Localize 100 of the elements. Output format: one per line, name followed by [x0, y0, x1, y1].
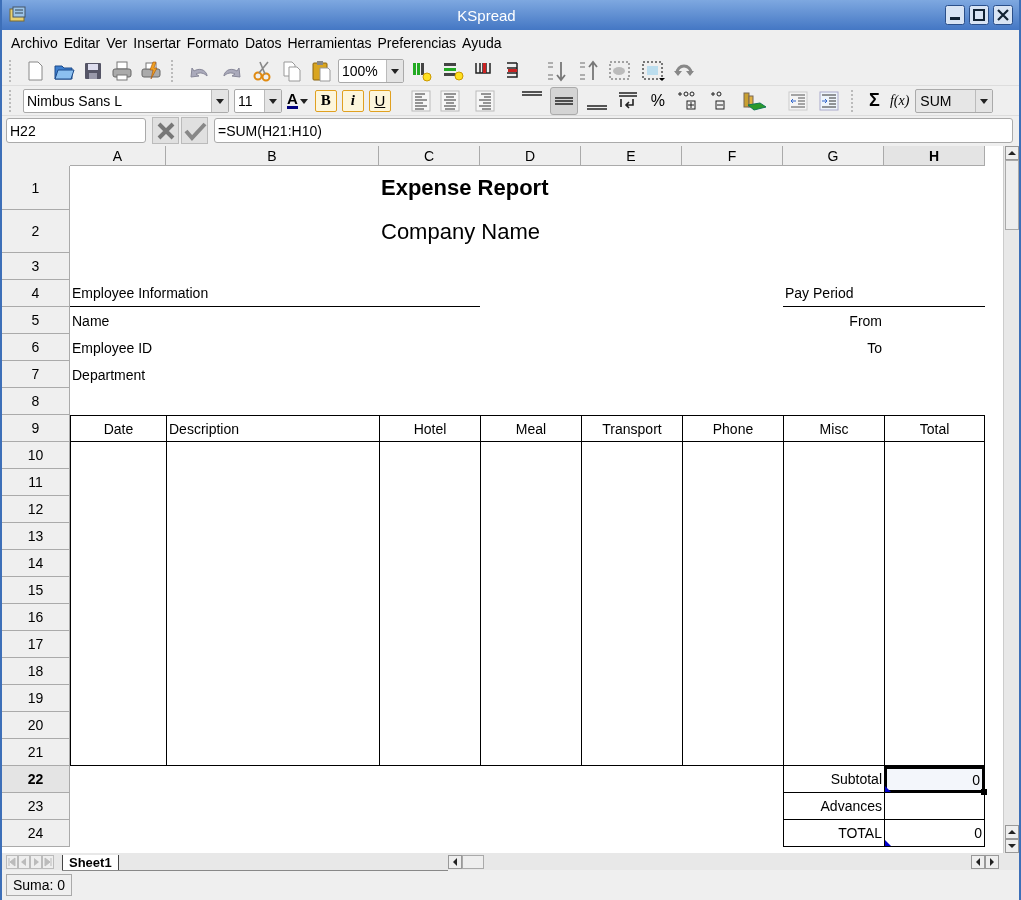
menu-item[interactable]: Archivo [8, 35, 61, 51]
menu-item[interactable]: Preferencias [374, 35, 460, 51]
table-cell[interactable]: Description [166, 415, 379, 442]
sheet-tab[interactable]: Sheet1 [62, 854, 119, 870]
column-header[interactable]: E [581, 146, 682, 166]
table-cell[interactable] [682, 739, 783, 766]
last-sheet-icon[interactable] [42, 854, 54, 869]
horizontal-scrollbar[interactable] [448, 853, 999, 870]
row-header[interactable]: 8 [2, 388, 70, 415]
column-header[interactable]: B [166, 146, 379, 166]
table-cell[interactable] [884, 604, 985, 631]
fill-handle[interactable] [981, 789, 987, 795]
formula-field[interactable]: =SUM(H21:H10) [214, 118, 1013, 143]
row-header[interactable]: 7 [2, 361, 70, 388]
table-cell[interactable]: Date [70, 415, 166, 442]
column-header[interactable]: D [480, 146, 581, 166]
row-header[interactable]: 4 [2, 280, 70, 307]
column-header[interactable]: H [884, 146, 985, 166]
row-header[interactable]: 23 [2, 793, 70, 820]
close-icon[interactable] [993, 5, 1013, 25]
sum-button[interactable]: Σ [865, 89, 884, 112]
row-header[interactable]: 18 [2, 658, 70, 685]
table-cell[interactable]: Employee ID [70, 334, 783, 361]
table-cell[interactable] [884, 469, 985, 496]
first-sheet-icon[interactable] [6, 854, 18, 869]
menu-item[interactable]: Herramientas [284, 35, 375, 51]
table-cell[interactable]: To [783, 334, 884, 361]
column-header[interactable]: G [783, 146, 884, 166]
table-cell[interactable]: Misc [783, 415, 884, 442]
cell-name-field[interactable]: H22 [6, 118, 146, 143]
row-header[interactable]: 1 [2, 166, 70, 210]
table-cell[interactable] [884, 685, 985, 712]
table-cell[interactable]: From [783, 307, 884, 334]
font-combo[interactable]: Nimbus Sans L [23, 88, 229, 113]
row-header[interactable]: 16 [2, 604, 70, 631]
row-header[interactable]: 24 [2, 820, 70, 847]
table-cell[interactable] [379, 739, 480, 766]
underline-button[interactable]: U [368, 89, 391, 112]
table-cell[interactable]: Pay Period [783, 280, 985, 307]
print-icon[interactable] [110, 58, 134, 83]
align-left-icon[interactable] [408, 88, 433, 113]
font-size-combo[interactable]: 11 [234, 88, 282, 113]
table-cell[interactable] [884, 712, 985, 739]
table-cell[interactable]: Meal [480, 415, 581, 442]
scroll-left-icon[interactable] [971, 854, 985, 869]
table-cell[interactable]: 0 [884, 820, 985, 847]
row-header[interactable]: 12 [2, 496, 70, 523]
row-header[interactable]: 9 [2, 415, 70, 442]
scroll-up-icon[interactable] [1005, 146, 1019, 160]
table-cell[interactable]: Advances [783, 793, 884, 820]
table-cell[interactable] [884, 793, 985, 820]
help-area-icon[interactable] [639, 58, 667, 83]
table-cell[interactable]: Hotel [379, 415, 480, 442]
percent-button[interactable]: % [646, 89, 670, 112]
table-cell[interactable]: Phone [682, 415, 783, 442]
table-cell[interactable] [783, 739, 884, 766]
italic-button[interactable]: i [341, 89, 364, 112]
font-color-button[interactable]: A [287, 89, 310, 112]
row-header[interactable]: 5 [2, 307, 70, 334]
copy-icon[interactable] [280, 58, 304, 83]
menu-item[interactable]: Ver [103, 35, 131, 51]
selected-cell[interactable]: 0 [884, 766, 985, 793]
scroll-left-icon[interactable] [448, 854, 462, 869]
column-header[interactable]: A [70, 146, 166, 166]
row-header[interactable]: 14 [2, 550, 70, 577]
column-header[interactable]: F [682, 146, 783, 166]
scroll-up-icon[interactable] [1005, 825, 1019, 839]
table-cell[interactable] [166, 739, 379, 766]
scrollbar-thumb[interactable] [1005, 160, 1019, 230]
vertical-scrollbar[interactable] [1003, 146, 1019, 853]
scroll-right-icon[interactable] [985, 854, 999, 869]
table-cell[interactable]: Expense Report [379, 166, 985, 210]
row-header[interactable]: 6 [2, 334, 70, 361]
row-header[interactable]: 10 [2, 442, 70, 469]
column-header[interactable]: C [379, 146, 480, 166]
row-header[interactable]: 11 [2, 469, 70, 496]
table-cell[interactable] [884, 523, 985, 550]
zoom-combo[interactable]: 100% [338, 58, 404, 83]
maximize-icon[interactable] [969, 5, 989, 25]
table-cell[interactable] [581, 739, 682, 766]
scroll-down-icon[interactable] [1005, 839, 1019, 853]
table-cell[interactable] [884, 496, 985, 523]
function-button[interactable]: f(x) [888, 89, 911, 112]
menu-item[interactable]: Insertar [130, 35, 184, 51]
row-header[interactable]: 19 [2, 685, 70, 712]
row-header[interactable]: 20 [2, 712, 70, 739]
table-cell[interactable] [70, 739, 166, 766]
table-cell[interactable] [884, 631, 985, 658]
table-cell[interactable] [884, 658, 985, 685]
previous-sheet-icon[interactable] [18, 854, 30, 869]
row-header[interactable]: 21 [2, 739, 70, 766]
row-header[interactable]: 17 [2, 631, 70, 658]
menu-item[interactable]: Datos [241, 35, 285, 51]
table-cell[interactable]: Transport [581, 415, 682, 442]
menu-item[interactable]: Formato [183, 35, 242, 51]
table-cell[interactable] [480, 739, 581, 766]
row-header[interactable]: 15 [2, 577, 70, 604]
table-cell[interactable]: Company Name [379, 210, 985, 253]
table-cell[interactable]: Employee Information [70, 280, 480, 307]
table-cell[interactable] [884, 442, 985, 469]
